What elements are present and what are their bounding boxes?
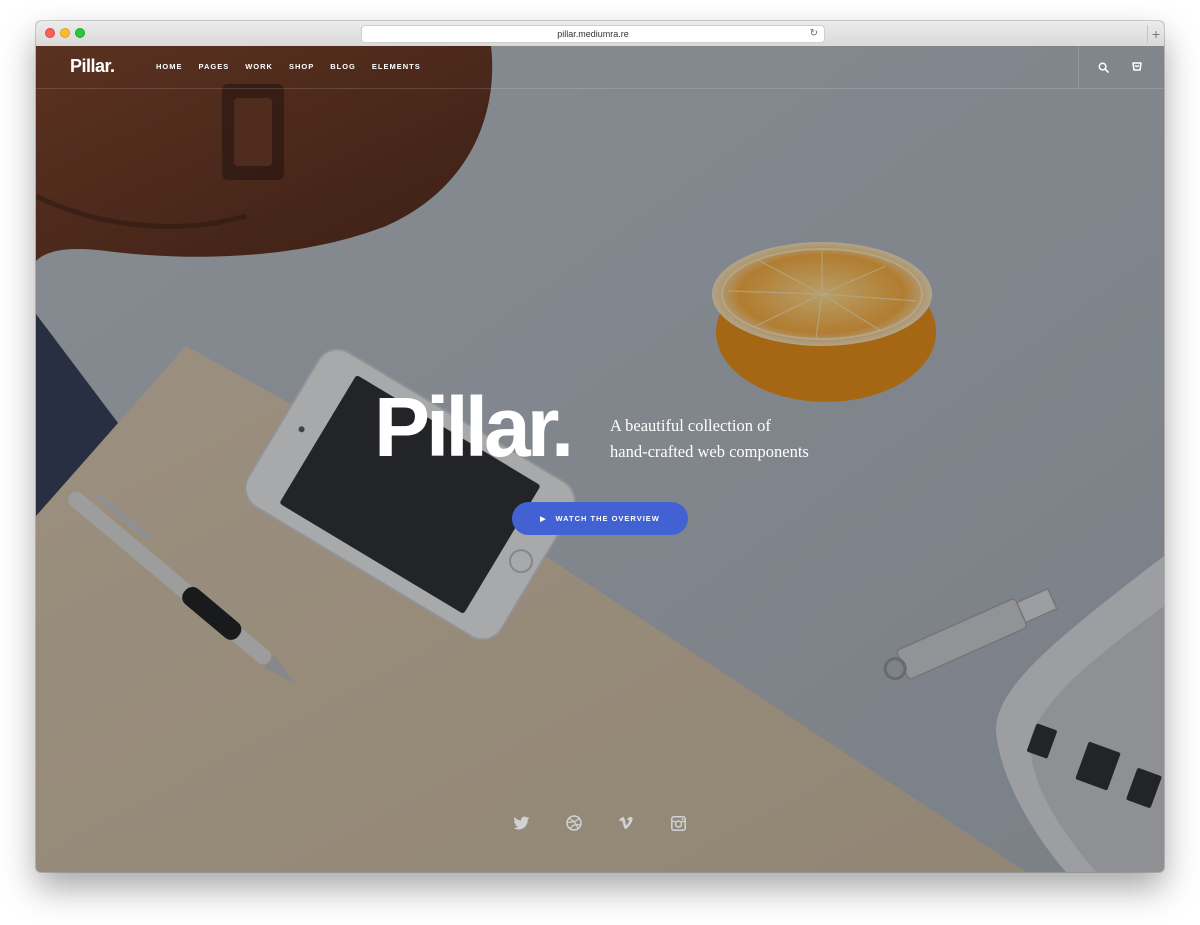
watch-overview-label: WATCH THE OVERVIEW (555, 514, 660, 523)
plus-icon: + (1151, 26, 1161, 42)
hero-subtitle: A beautiful collection of hand-crafted w… (610, 413, 809, 465)
play-icon: ▶ (540, 515, 547, 523)
menu-item-blog[interactable]: BLOG (330, 62, 356, 71)
reload-icon[interactable]: ↻ (810, 26, 818, 42)
new-tab-button[interactable]: + (1147, 25, 1164, 43)
hero-title: Pillar. (374, 380, 574, 474)
dribbble-icon[interactable] (565, 814, 583, 832)
menu-item-pages[interactable]: PAGES (199, 62, 230, 71)
site-header: Pillar. HOME PAGES WORK SHOP BLOG ELEMEN… (36, 46, 1164, 89)
header-actions (1078, 46, 1164, 88)
cart-icon[interactable] (1131, 59, 1143, 77)
address-bar-url: pillar.mediumra.re (557, 29, 629, 39)
vimeo-icon[interactable] (617, 814, 635, 832)
menu-item-work[interactable]: WORK (245, 62, 273, 71)
menu-item-shop[interactable]: SHOP (289, 62, 314, 71)
twitter-icon[interactable] (513, 814, 531, 832)
instagram-icon[interactable] (669, 814, 687, 832)
social-links (513, 814, 721, 832)
hero-dark-overlay (36, 46, 1164, 872)
hero-subtitle-line-1: A beautiful collection of (610, 416, 771, 435)
menu-item-elements[interactable]: ELEMENTS (372, 62, 421, 71)
address-bar[interactable]: pillar.mediumra.re ↻ (361, 25, 825, 43)
browser-titlebar: pillar.mediumra.re ↻ + (36, 21, 1164, 47)
site-logo[interactable]: Pillar. (70, 56, 115, 77)
search-icon[interactable] (1098, 60, 1109, 78)
page-viewport: Pillar. HOME PAGES WORK SHOP BLOG ELEMEN… (36, 46, 1164, 872)
maximize-window-button[interactable] (75, 28, 85, 38)
minimize-window-button[interactable] (60, 28, 70, 38)
browser-window: pillar.mediumra.re ↻ + Pillar. HOME PAGE… (36, 21, 1164, 872)
menu-item-home[interactable]: HOME (156, 62, 183, 71)
hero-subtitle-line-2: hand-crafted web components (610, 442, 809, 461)
close-window-button[interactable] (45, 28, 55, 38)
main-menu: HOME PAGES WORK SHOP BLOG ELEMENTS (156, 62, 437, 71)
watch-overview-button[interactable]: ▶ WATCH THE OVERVIEW (512, 502, 688, 535)
